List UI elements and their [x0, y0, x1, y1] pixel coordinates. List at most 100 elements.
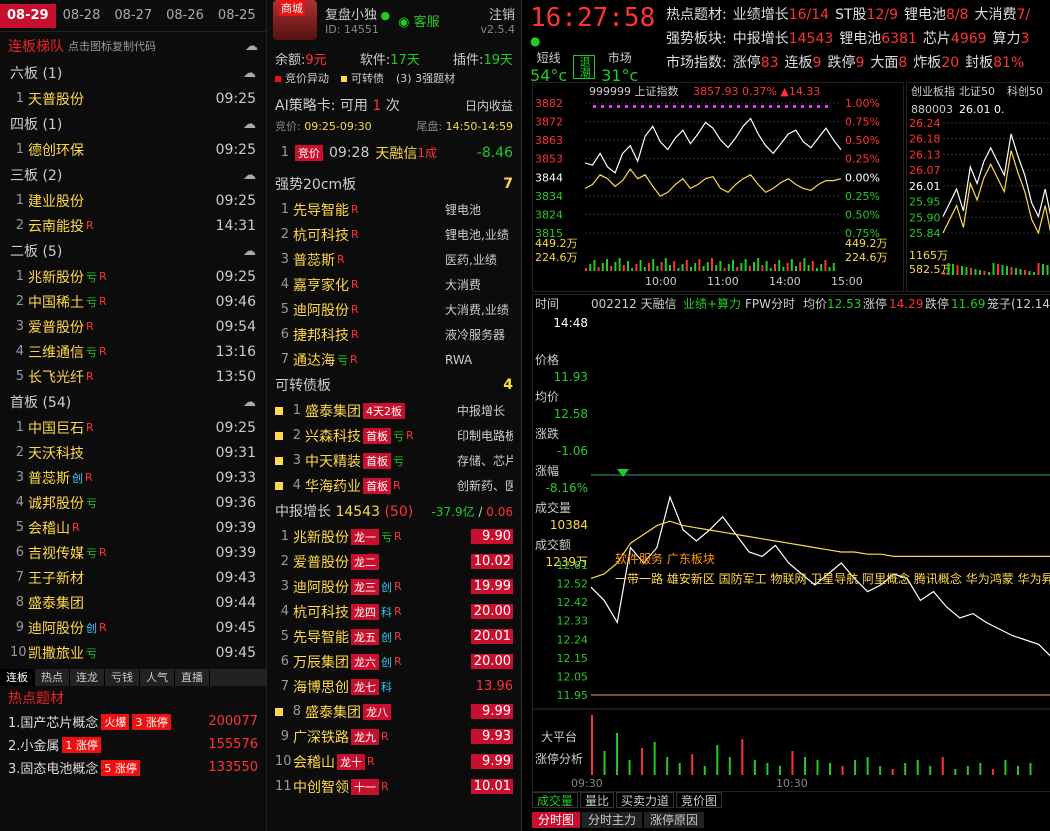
list-item[interactable]: 4 嘉亨家化 R 大消费: [267, 272, 521, 297]
list-item[interactable]: 4 杭可科技 龙四科 R 20.00: [267, 599, 521, 624]
list-item[interactable]: 2 兴森科技 首板亏 R 印制电路板: [267, 423, 521, 448]
stat-item[interactable]: 锂电池6381: [839, 31, 917, 47]
list-item[interactable]: 5 会稽山 R 09:39: [0, 515, 266, 540]
left-bottom-tabs: 连板 热点 连龙 亏钱 人气 直播: [0, 669, 266, 686]
bottom-tab[interactable]: 直播: [175, 669, 210, 686]
stat-item[interactable]: 涨停83: [733, 55, 779, 71]
stock-name: 云南能投: [28, 218, 84, 235]
stat-item[interactable]: ST股12/9: [835, 7, 898, 23]
list-item[interactable]: 1 中国巨石 R 09:25: [0, 415, 266, 440]
service-button[interactable]: ◉ 客服: [398, 11, 440, 30]
list-item[interactable]: 2 杭可科技 R 锂电池,业绩: [267, 222, 521, 247]
list-item[interactable]: 7 海博思创 龙七科 13.96: [267, 674, 521, 699]
cloud-icon[interactable]: ☁: [243, 168, 256, 183]
stat-item[interactable]: 业绩增长16/14: [733, 7, 829, 23]
list-item[interactable]: 8 盛泰集团 09:44: [0, 590, 266, 615]
stock-chart[interactable]: 时间 002212 天融信 业绩+算力 FPW分时 均价 12.53 涨停 14.29 跌停 11…: [532, 294, 1050, 792]
list-item[interactable]: 2 爱普股份 龙二 10.02: [267, 549, 521, 574]
vol-label: 1165万: [909, 249, 948, 262]
date-tab[interactable]: 08-26: [159, 4, 211, 28]
stat-item[interactable]: 大面8: [870, 55, 907, 71]
stat-item[interactable]: 算力3: [993, 31, 1030, 47]
list-item[interactable]: 3 迪阿股份 龙三创 R 19.99: [267, 574, 521, 599]
index-chart[interactable]: 999999 上证指数 3857.93 0.37% ▲14.33 3882 1.00%…: [532, 82, 904, 292]
list-item[interactable]: 2 云南能投 R 14:31: [0, 213, 266, 238]
list-item[interactable]: 6 吉视传媒亏 R 09:39: [0, 540, 266, 565]
list-item[interactable]: 1 建业股份 09:25: [0, 188, 266, 213]
list-item[interactable]: 5 先导智能 龙五创 R 20.01: [267, 624, 521, 649]
chart-tab[interactable]: 量比: [580, 792, 615, 808]
stat-item[interactable]: 芯片4969: [923, 31, 987, 47]
vol-label: 224.6万: [535, 251, 578, 264]
list-item[interactable]: 7 通达海亏 R RWA: [267, 347, 521, 372]
logout-button[interactable]: 注销: [481, 4, 515, 23]
list-item[interactable]: 6 捷邦科技 R 液冷服务器: [267, 322, 521, 347]
list-item[interactable]: 2 天沃科技 09:31: [0, 440, 266, 465]
cloud-icon[interactable]: ☁: [243, 395, 256, 410]
date-tab[interactable]: 08-25: [211, 4, 263, 28]
stat-item[interactable]: 连板9: [785, 55, 822, 71]
bottom-tab[interactable]: 亏钱: [105, 669, 140, 686]
chart-bottom-tab[interactable]: 分时主力: [582, 812, 643, 828]
stat-item[interactable]: 中报增长14543: [733, 31, 834, 47]
chart-bottom-tab[interactable]: 涨停原因: [644, 812, 705, 828]
vol-bar: [678, 763, 681, 775]
bottom-tab[interactable]: 连板: [0, 669, 35, 686]
list-item[interactable]: 1 天普股份 09:25: [0, 86, 266, 111]
list-item[interactable]: 2 中国稀土亏 R 09:46: [0, 289, 266, 314]
list-item[interactable]: 7 王子新材 09:43: [0, 565, 266, 590]
list-item[interactable]: 6 万辰集团 龙六创 R 20.00: [267, 649, 521, 674]
list-item[interactable]: 3 爱普股份 R 09:54: [0, 314, 266, 339]
date-tab[interactable]: 08-27: [107, 4, 159, 28]
ai-right[interactable]: 日内收益: [465, 97, 513, 114]
gem-chart[interactable]: 创业板指 北证50 科创50 880003 26.01 0. 26.24 26.18 26.1…: [906, 82, 1050, 292]
list-item[interactable]: 4 诚邦股份亏 09:36: [0, 490, 266, 515]
list-item[interactable]: 3 普蕊斯创 R 09:33: [0, 465, 266, 490]
chart-tab[interactable]: 成交量: [532, 792, 579, 808]
stat-item[interactable]: 跌停9: [827, 55, 864, 71]
list-item[interactable]: 9 迪阿股份创 R 09:45: [0, 615, 266, 640]
rank: 1: [292, 403, 301, 418]
stat-label: 大消费: [974, 7, 1017, 23]
list-item[interactable]: 1 盛泰集团 4天2板 中报增长: [267, 398, 521, 423]
list-item[interactable]: 1 德创环保 09:25: [0, 137, 266, 162]
stat-item[interactable]: 锂电池8/8: [904, 7, 969, 23]
cloud-icon[interactable]: ☁: [243, 117, 256, 132]
list-item[interactable]: 1.国产芯片概念 火爆 3 涨停 200077: [0, 710, 266, 733]
list-item[interactable]: 5 长飞光纤 R 13:50: [0, 364, 266, 389]
stat-item[interactable]: 封板81%: [965, 55, 1024, 71]
list-item[interactable]: 3 普蕊斯 R 医药,业绩: [267, 247, 521, 272]
bottom-tab[interactable]: 人气: [140, 669, 175, 686]
chart-tab[interactable]: 买卖力道: [616, 792, 675, 808]
chart-tab[interactable]: 竞价图: [676, 792, 723, 808]
list-item[interactable]: 4 华海药业 首板 R 创新药、医: [267, 473, 521, 498]
avatar[interactable]: 商城: [273, 0, 317, 40]
ai-row[interactable]: 1 竞价 09:28 天融信 1成 -8.46: [267, 140, 521, 165]
stat-item[interactable]: 大消费7/: [975, 7, 1031, 23]
list-item[interactable]: 1 兆新股份 龙一亏 R 9.90: [267, 524, 521, 549]
stat-item[interactable]: 炸板20: [913, 55, 959, 71]
chart-bottom-tab[interactable]: 分时图: [532, 812, 581, 828]
list-item[interactable]: 1 兆新股份亏 R 09:25: [0, 264, 266, 289]
bottom-tab[interactable]: 连龙: [70, 669, 105, 686]
cloud-icon[interactable]: ☁: [245, 39, 258, 54]
list-item[interactable]: 3.固态电池概念 5 涨停 133550: [0, 756, 266, 779]
list-item[interactable]: 4 三维通信亏 R 13:16: [0, 339, 266, 364]
list-item[interactable]: 9 广深铁路 龙九 R 9.93: [267, 724, 521, 749]
list-item[interactable]: 3 中天精装 首板亏 存储、芯片: [267, 448, 521, 473]
cloud-icon[interactable]: ☁: [243, 66, 256, 81]
cloud-icon[interactable]: ☁: [243, 244, 256, 259]
list-item[interactable]: 8 盛泰集团 龙八 9.99: [267, 699, 521, 724]
list-item[interactable]: 5 迪阿股份 R 大消费,业绩: [267, 297, 521, 322]
date-tab[interactable]: 08-28: [56, 4, 108, 28]
topic-name: 3.固态电池概念: [8, 762, 99, 777]
list-item[interactable]: 2.小金属 1 涨停 155576: [0, 733, 266, 756]
stock-tag: R: [99, 546, 107, 559]
list-item[interactable]: 10 会稽山 龙十 R 9.99: [267, 749, 521, 774]
date-tab[interactable]: 08-29: [0, 3, 56, 28]
shop-badge[interactable]: 商城: [279, 0, 305, 16]
bottom-tab[interactable]: 热点: [35, 669, 70, 686]
list-item[interactable]: 11 中创智领 十一 R 10.01: [267, 774, 521, 799]
list-item[interactable]: 1 先导智能 R 锂电池: [267, 197, 521, 222]
list-item[interactable]: 10 凯撒旅业亏 09:45: [0, 640, 266, 665]
